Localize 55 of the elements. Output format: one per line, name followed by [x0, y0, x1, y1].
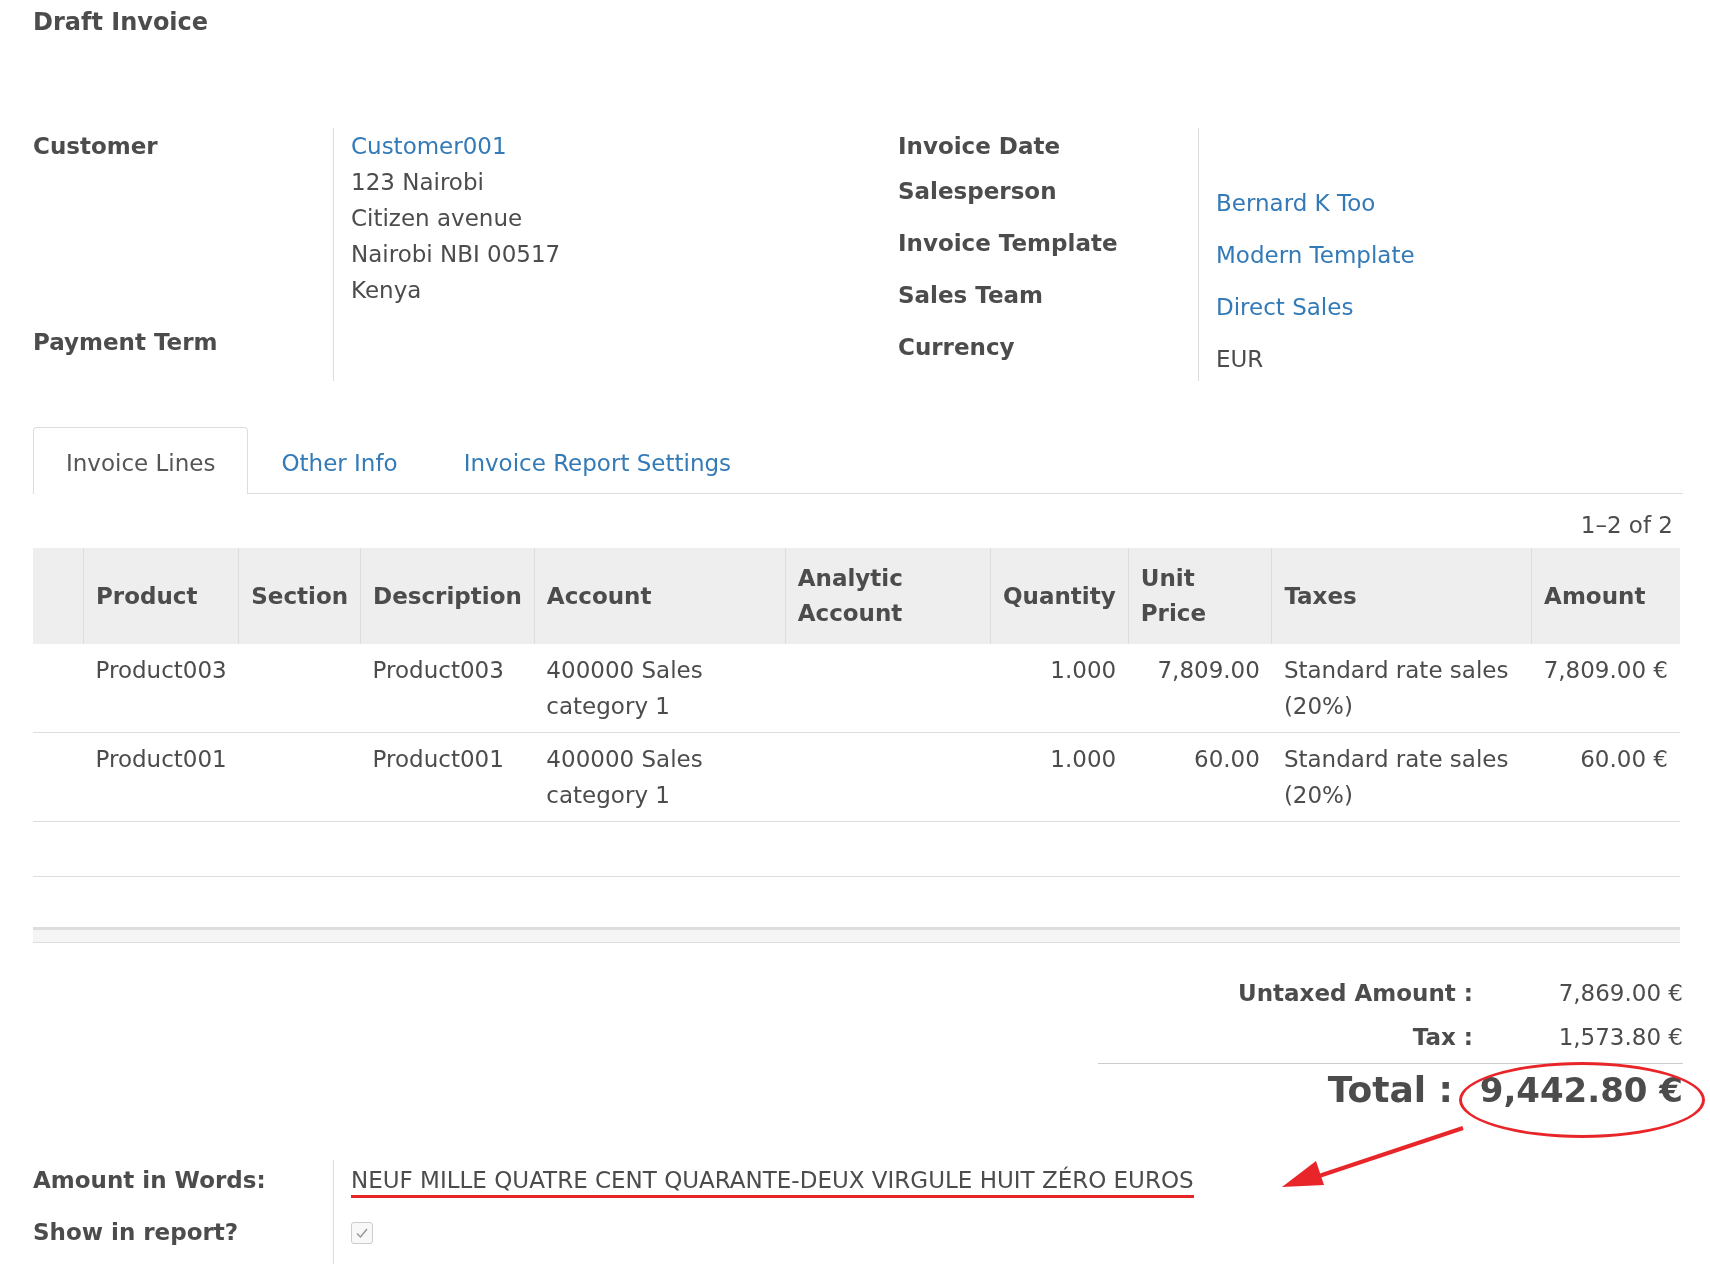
grand-total-value: 9,442.80 € [1478, 1069, 1683, 1112]
amount-in-words: NEUF MILLE QUATRE CENT QUARANTE-DEUX VIRGULE HUIT ZÉRO EUROS [351, 1167, 1194, 1198]
field-label: Invoice Date [898, 132, 1062, 161]
table-cell: 400000 Sales category 1 [534, 644, 786, 733]
address-line: Kenya [351, 276, 423, 305]
checkbox[interactable] [351, 1222, 373, 1244]
customer-link[interactable]: Customer001 [351, 128, 898, 164]
total-label: Untaxed Amount : [1238, 979, 1473, 1008]
column-header: Taxes [1271, 548, 1532, 644]
column-header: Analytic Account [785, 548, 991, 644]
tab[interactable]: Invoice Report Settings [430, 427, 765, 494]
field-label: Invoice Template [898, 229, 1119, 258]
table-cell: Standard rate sales (20%) [1271, 732, 1532, 822]
table-cell: 60.00 [1128, 732, 1272, 822]
form-title: Draft Invoice [33, 7, 210, 38]
field-value: EUR [1216, 346, 1264, 372]
field-label: Salesperson [898, 177, 1058, 206]
address-line: Citizen avenue [351, 204, 524, 233]
field-label: Payment Term [33, 328, 219, 357]
column-header: Description [360, 548, 535, 644]
column-header: Unit Price [1128, 548, 1272, 644]
column-header: Product [83, 548, 239, 644]
column-header: Section [238, 548, 361, 644]
table-cell: Product001 [83, 732, 239, 822]
table-cell: Product001 [360, 732, 535, 822]
field-label: Sales Team [898, 281, 1044, 310]
column-header: Account [534, 548, 786, 644]
address-line: 123 Nairobi [351, 168, 485, 197]
field-label: Currency [898, 333, 1016, 362]
field-label: Amount in Words: [33, 1160, 334, 1212]
field-link[interactable]: Bernard K Too [1216, 185, 1688, 221]
total-label: Tax : [1412, 1023, 1473, 1052]
field-link[interactable]: Direct Sales [1216, 289, 1688, 325]
pager-text: 1–2 of 2 [1580, 512, 1673, 538]
total-label: Total : [1327, 1068, 1453, 1112]
total-value: 1,573.80 € [1557, 1023, 1683, 1052]
table-cell: 7,809.00 [1128, 644, 1272, 733]
field-label: Customer [33, 132, 159, 161]
address-line: Nairobi NBI 00517 [351, 240, 562, 269]
column-header: Amount [1531, 548, 1680, 644]
field-label: Show in report? [33, 1212, 334, 1264]
table-cell: Product003 [360, 644, 535, 733]
total-value: 7,869.00 € [1557, 979, 1683, 1008]
tab[interactable]: Invoice Lines [33, 427, 249, 494]
field-link[interactable]: Modern Template [1216, 237, 1688, 273]
column-header: Quantity [990, 548, 1129, 644]
table-cell: 60.00 € [1531, 732, 1680, 822]
table-cell: 7,809.00 € [1531, 644, 1680, 733]
table-cell: 1.000 [990, 732, 1129, 822]
table-cell: Product003 [83, 644, 239, 733]
tab[interactable]: Other Info [248, 427, 431, 494]
table-cell: 1.000 [990, 644, 1129, 733]
table-cell: 400000 Sales category 1 [534, 732, 786, 822]
check-icon [355, 1226, 369, 1240]
table-cell: Standard rate sales (20%) [1271, 644, 1532, 733]
